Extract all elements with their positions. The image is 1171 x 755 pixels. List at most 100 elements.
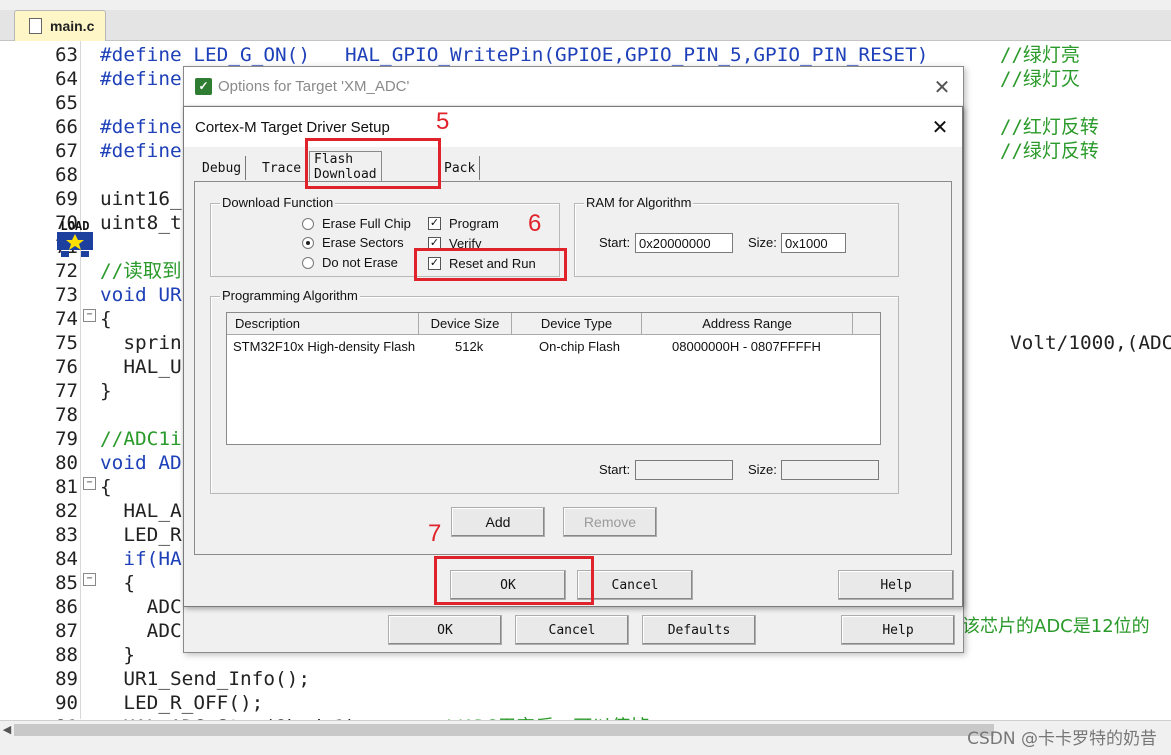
- keil-app-icon: ✓: [195, 77, 212, 95]
- code-text: uint8_t: [100, 212, 182, 234]
- driver-setup-close-icon[interactable]: ✕: [928, 115, 952, 139]
- erase-full-chip-radio[interactable]: Erase Full Chip: [302, 216, 411, 231]
- annotation-step-6: 6: [528, 210, 542, 237]
- code-text: //ADC1i: [100, 428, 182, 450]
- code-line[interactable]: 90 LED_R_OFF();: [0, 691, 1171, 715]
- code-fragment-right: Volt/1000,(ADC_Vol: [1010, 332, 1171, 354]
- driver-help-button[interactable]: Help: [838, 570, 954, 600]
- line-number: 63: [55, 44, 78, 66]
- cell-description[interactable]: STM32F10x High-density Flash: [233, 339, 415, 354]
- line-number: 90: [55, 692, 78, 714]
- options-dialog-titlebar[interactable]: ✓ Options for Target 'XM_ADC': [184, 67, 963, 105]
- line-number: 86: [55, 596, 78, 618]
- code-text: #define: [100, 140, 182, 162]
- options-cancel-button[interactable]: Cancel: [515, 615, 629, 645]
- code-text: HAL_A: [100, 500, 182, 522]
- annotation-step-5: 5: [436, 108, 450, 135]
- options-defaults-button[interactable]: Defaults: [642, 615, 756, 645]
- code-comment: //绿灯反转: [1000, 140, 1099, 162]
- tab-pack[interactable]: Pack: [440, 156, 481, 180]
- line-number: 84: [55, 548, 78, 570]
- code-text: if(HA: [100, 548, 182, 570]
- code-text: #define: [100, 116, 182, 138]
- col-header-description[interactable]: Description: [227, 313, 419, 335]
- code-text: sprin: [100, 332, 182, 354]
- code-comment: //红灯反转: [1000, 116, 1099, 138]
- file-icon: [29, 18, 42, 34]
- col-header-address-range[interactable]: Address Range: [642, 313, 853, 335]
- line-number: 77: [55, 380, 78, 402]
- line-number: 87: [55, 620, 78, 642]
- erase-sectors-radio[interactable]: Erase Sectors: [302, 235, 404, 250]
- code-text: }: [100, 380, 112, 402]
- code-text: LED_R: [100, 524, 182, 546]
- line-number: 72: [55, 260, 78, 282]
- options-close-icon[interactable]: ✕: [930, 75, 954, 99]
- code-line[interactable]: 63 #define LED_G_ON() HAL_GPIO_WritePin(G…: [0, 43, 1171, 67]
- line-number: 73: [55, 284, 78, 306]
- scroll-left-icon[interactable]: ◀: [0, 721, 14, 739]
- code-text: uint16_: [100, 188, 182, 210]
- checkmark-icon: ✓: [428, 217, 441, 230]
- remove-button[interactable]: Remove: [563, 507, 657, 537]
- code-text: #define LED_G_ON() HAL_GPIO_WritePin(GPI…: [100, 44, 941, 66]
- line-number: 79: [55, 428, 78, 450]
- fold-toggle-icon[interactable]: −: [83, 309, 96, 322]
- download-function-legend: Download Function: [220, 195, 336, 210]
- col-header-device-type[interactable]: Device Type: [512, 313, 642, 335]
- code-text: LED_R_OFF();: [100, 692, 264, 714]
- code-text: void AD: [100, 452, 182, 474]
- options-ok-button[interactable]: OK: [388, 615, 502, 645]
- code-text: ADC: [100, 596, 182, 618]
- ram-algorithm-legend: RAM for Algorithm: [584, 195, 694, 210]
- options-dialog-title: Options for Target 'XM_ADC': [218, 77, 410, 95]
- annotation-box-flash-download: [305, 138, 441, 189]
- line-number: 89: [55, 668, 78, 690]
- code-text: void UR: [100, 284, 182, 306]
- algo-start-input[interactable]: [635, 460, 733, 480]
- cell-device-type[interactable]: On-chip Flash: [539, 339, 620, 354]
- annotation-box-reset-and-run: [414, 248, 567, 281]
- line-number: 75: [55, 332, 78, 354]
- driver-cancel-button[interactable]: Cancel: [577, 570, 693, 600]
- algo-start-label: Start:: [599, 462, 631, 477]
- ram-start-label: Start:: [599, 235, 631, 250]
- ram-start-input[interactable]: 0x20000000: [635, 233, 733, 253]
- code-text: //读取到: [100, 260, 182, 282]
- scroll-thumb[interactable]: [14, 724, 994, 736]
- tab-label: main.c: [50, 18, 95, 34]
- driver-setup-titlebar[interactable]: Cortex-M Target Driver Setup: [184, 107, 962, 147]
- program-checkbox[interactable]: ✓ Program: [428, 216, 499, 231]
- ram-size-input[interactable]: 0x1000: [781, 233, 846, 253]
- tab-debug[interactable]: Debug: [198, 156, 247, 180]
- programming-algorithm-legend: Programming Algorithm: [220, 288, 360, 303]
- code-line[interactable]: 89 UR1_Send_Info();: [0, 667, 1171, 691]
- line-number: 69: [55, 188, 78, 210]
- annotation-box-ok: [434, 556, 594, 605]
- line-number: 68: [55, 164, 78, 186]
- col-header-device-size[interactable]: Device Size: [419, 313, 512, 335]
- algorithm-table[interactable]: Description Device Size Device Type Addr…: [226, 312, 881, 445]
- cell-address-range[interactable]: 08000000H - 0807FFFFH: [672, 339, 821, 354]
- algo-size-input[interactable]: [781, 460, 879, 480]
- code-text: HAL_U: [100, 356, 182, 378]
- editor-tabbar: main.c: [0, 10, 1171, 41]
- options-help-button[interactable]: Help: [841, 615, 955, 645]
- annotation-step-7: 7: [428, 520, 442, 547]
- watermark: CSDN @卡卡罗特的奶昔: [967, 729, 1157, 749]
- tab-trace[interactable]: Trace: [258, 156, 307, 180]
- tab-main-c[interactable]: main.c: [14, 10, 106, 41]
- line-number: 65: [55, 92, 78, 114]
- add-button[interactable]: Add: [451, 507, 545, 537]
- fold-toggle-icon[interactable]: −: [83, 477, 96, 490]
- driver-setup-title: Cortex-M Target Driver Setup: [195, 118, 390, 136]
- code-comment: //绿灯灭: [1000, 68, 1080, 90]
- line-number: 78: [55, 404, 78, 426]
- do-not-erase-radio[interactable]: Do not Erase: [302, 255, 398, 270]
- code-text: {: [100, 572, 136, 594]
- line-number: 88: [55, 644, 78, 666]
- cell-device-size[interactable]: 512k: [455, 339, 483, 354]
- radio-selected-icon: [302, 236, 314, 249]
- fold-toggle-icon[interactable]: −: [83, 573, 96, 586]
- line-number: 76: [55, 356, 78, 378]
